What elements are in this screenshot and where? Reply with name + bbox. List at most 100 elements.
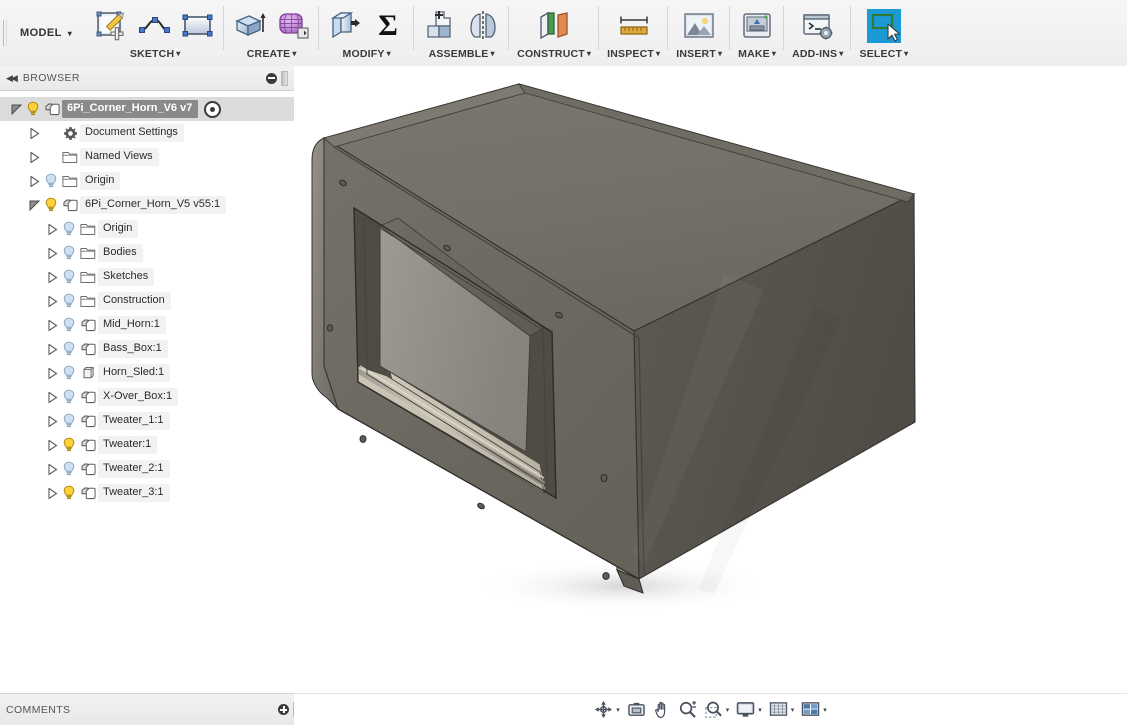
toolbar-group-label[interactable]: ASSEMBLE▾ <box>429 49 495 60</box>
tree-twisty-collapsed[interactable] <box>44 457 60 481</box>
tree-node-root[interactable]: 6Pi_Corner_Horn_V6 v7 <box>0 97 294 121</box>
create-form-icon[interactable] <box>275 8 311 44</box>
visibility-bulb-icon[interactable] <box>42 193 60 217</box>
toolbar-group-label[interactable]: SELECT▾ <box>859 49 908 60</box>
browser-dock-handle[interactable] <box>281 71 288 86</box>
toolbar-group-label[interactable]: SKETCH▾ <box>130 49 181 60</box>
sketch-spline-icon[interactable] <box>137 8 173 44</box>
toolbar-group-label[interactable]: ADD-INS▾ <box>792 49 843 60</box>
workspace-switcher[interactable]: MODEL ▾ <box>10 0 86 66</box>
look-at-icon <box>627 701 646 718</box>
tree-twisty-collapsed[interactable] <box>44 265 60 289</box>
tree-twisty-collapsed[interactable] <box>44 409 60 433</box>
insert-image-icon[interactable] <box>681 8 717 44</box>
construct-plane-icon[interactable] <box>536 8 572 44</box>
tree-node[interactable]: Mid_Horn:1 <box>0 313 294 337</box>
chevron-down-icon[interactable]: ▾ <box>791 706 795 714</box>
visibility-bulb-icon[interactable] <box>60 337 78 361</box>
joint-icon[interactable] <box>465 8 501 44</box>
visibility-bulb-icon[interactable] <box>60 265 78 289</box>
visibility-bulb-icon[interactable] <box>60 433 78 457</box>
sum-combine-icon[interactable]: Σ <box>370 8 406 44</box>
tree-twisty-collapsed[interactable] <box>44 217 60 241</box>
tree-node-label: Tweater:1 <box>98 436 157 454</box>
visibility-bulb-icon[interactable] <box>60 289 78 313</box>
visibility-bulb-icon[interactable] <box>60 313 78 337</box>
folder-icon <box>78 241 98 265</box>
tree-twisty-collapsed[interactable] <box>26 121 42 145</box>
visibility-bulb-icon[interactable] <box>60 481 78 505</box>
3d-print-icon[interactable] <box>739 8 775 44</box>
visibility-bulb-icon[interactable] <box>60 385 78 409</box>
toolbar-group-label[interactable]: CREATE▾ <box>247 49 297 60</box>
toolbar-group-label[interactable]: CONSTRUCT▾ <box>517 49 591 60</box>
tree-twisty-collapsed[interactable] <box>44 289 60 313</box>
chevron-down-icon[interactable]: ▾ <box>758 706 762 714</box>
pan-hand-button[interactable] <box>651 699 673 721</box>
visibility-bulb-icon[interactable] <box>42 169 60 193</box>
measure-ruler-icon[interactable] <box>616 8 652 44</box>
display-settings-button[interactable]: ▾ <box>734 699 764 721</box>
tree-node[interactable]: Tweater_3:1 <box>0 481 294 505</box>
create-sketch-icon[interactable] <box>94 8 130 44</box>
tree-twisty-collapsed[interactable] <box>26 145 42 169</box>
press-pull-icon[interactable] <box>327 8 363 44</box>
extrude-icon[interactable] <box>232 8 268 44</box>
tree-twisty-collapsed[interactable] <box>44 385 60 409</box>
toolbar-grip[interactable] <box>0 0 10 66</box>
tree-node[interactable]: X-Over_Box:1 <box>0 385 294 409</box>
tree-node[interactable]: Bodies <box>0 241 294 265</box>
tree-node[interactable]: Tweater_1:1 <box>0 409 294 433</box>
tree-twisty-collapsed[interactable] <box>26 169 42 193</box>
tree-twisty-collapsed[interactable] <box>44 313 60 337</box>
chevron-down-icon[interactable]: ▾ <box>726 706 730 714</box>
visibility-bulb-icon[interactable] <box>60 409 78 433</box>
tree-twisty-collapsed[interactable] <box>44 361 60 385</box>
toolbar-group-label[interactable]: MAKE▾ <box>738 49 776 60</box>
visibility-bulb-icon[interactable] <box>60 241 78 265</box>
tree-twisty-collapsed[interactable] <box>44 481 60 505</box>
visibility-bulb-icon[interactable] <box>60 457 78 481</box>
toolbar-group-label[interactable]: MODIFY▾ <box>343 49 391 60</box>
display-settings-icon <box>736 701 755 718</box>
sketch-rectangle-icon[interactable] <box>180 8 216 44</box>
tree-node[interactable]: Origin <box>0 217 294 241</box>
canvas-viewport[interactable] <box>294 66 1127 693</box>
tree-twisty-expanded[interactable] <box>26 193 42 217</box>
zoom-button[interactable] <box>676 699 699 721</box>
chevron-down-icon[interactable]: ▾ <box>823 706 827 714</box>
look-at-button[interactable] <box>625 699 648 721</box>
script-addin-icon[interactable] <box>800 8 836 44</box>
tree-node[interactable]: Bass_Box:1 <box>0 337 294 361</box>
tree-twisty-collapsed[interactable] <box>44 337 60 361</box>
tree-node[interactable]: Tweater_2:1 <box>0 457 294 481</box>
viewports-button[interactable]: ▾ <box>799 699 829 721</box>
tree-node[interactable]: Origin <box>0 169 294 193</box>
activate-component-radio[interactable] <box>204 101 221 118</box>
visibility-bulb-icon[interactable] <box>60 217 78 241</box>
toolbar-group-label[interactable]: INSERT▾ <box>676 49 722 60</box>
visibility-bulb-icon[interactable] <box>24 97 42 121</box>
tree-node[interactable]: 6Pi_Corner_Horn_V5 v55:1 <box>0 193 294 217</box>
tree-twisty-expanded[interactable] <box>8 97 24 121</box>
collapse-panel-icon[interactable]: ◀◀ <box>6 73 16 84</box>
tree-node[interactable]: Tweater:1 <box>0 433 294 457</box>
tree-node[interactable]: Construction <box>0 289 294 313</box>
select-window-icon[interactable] <box>866 8 902 44</box>
comments-bar[interactable]: COMMENTS <box>0 693 306 725</box>
grid-snap-button[interactable]: ▾ <box>767 699 797 721</box>
browser-minimize-icon[interactable] <box>266 73 277 84</box>
orbit-button[interactable]: ▾ <box>592 699 622 721</box>
tree-node[interactable]: Document Settings <box>0 121 294 145</box>
tree-node[interactable]: Sketches <box>0 265 294 289</box>
toolbar-group-label[interactable]: INSPECT▾ <box>607 49 660 60</box>
tree-node[interactable]: Named Views <box>0 145 294 169</box>
add-comment-icon[interactable] <box>278 704 289 715</box>
tree-twisty-collapsed[interactable] <box>44 241 60 265</box>
visibility-bulb-icon[interactable] <box>60 361 78 385</box>
chevron-down-icon[interactable]: ▾ <box>616 706 620 714</box>
new-component-icon[interactable] <box>422 8 458 44</box>
zoom-window-button[interactable]: ▾ <box>702 699 732 721</box>
tree-twisty-collapsed[interactable] <box>44 433 60 457</box>
tree-node[interactable]: Horn_Sled:1 <box>0 361 294 385</box>
